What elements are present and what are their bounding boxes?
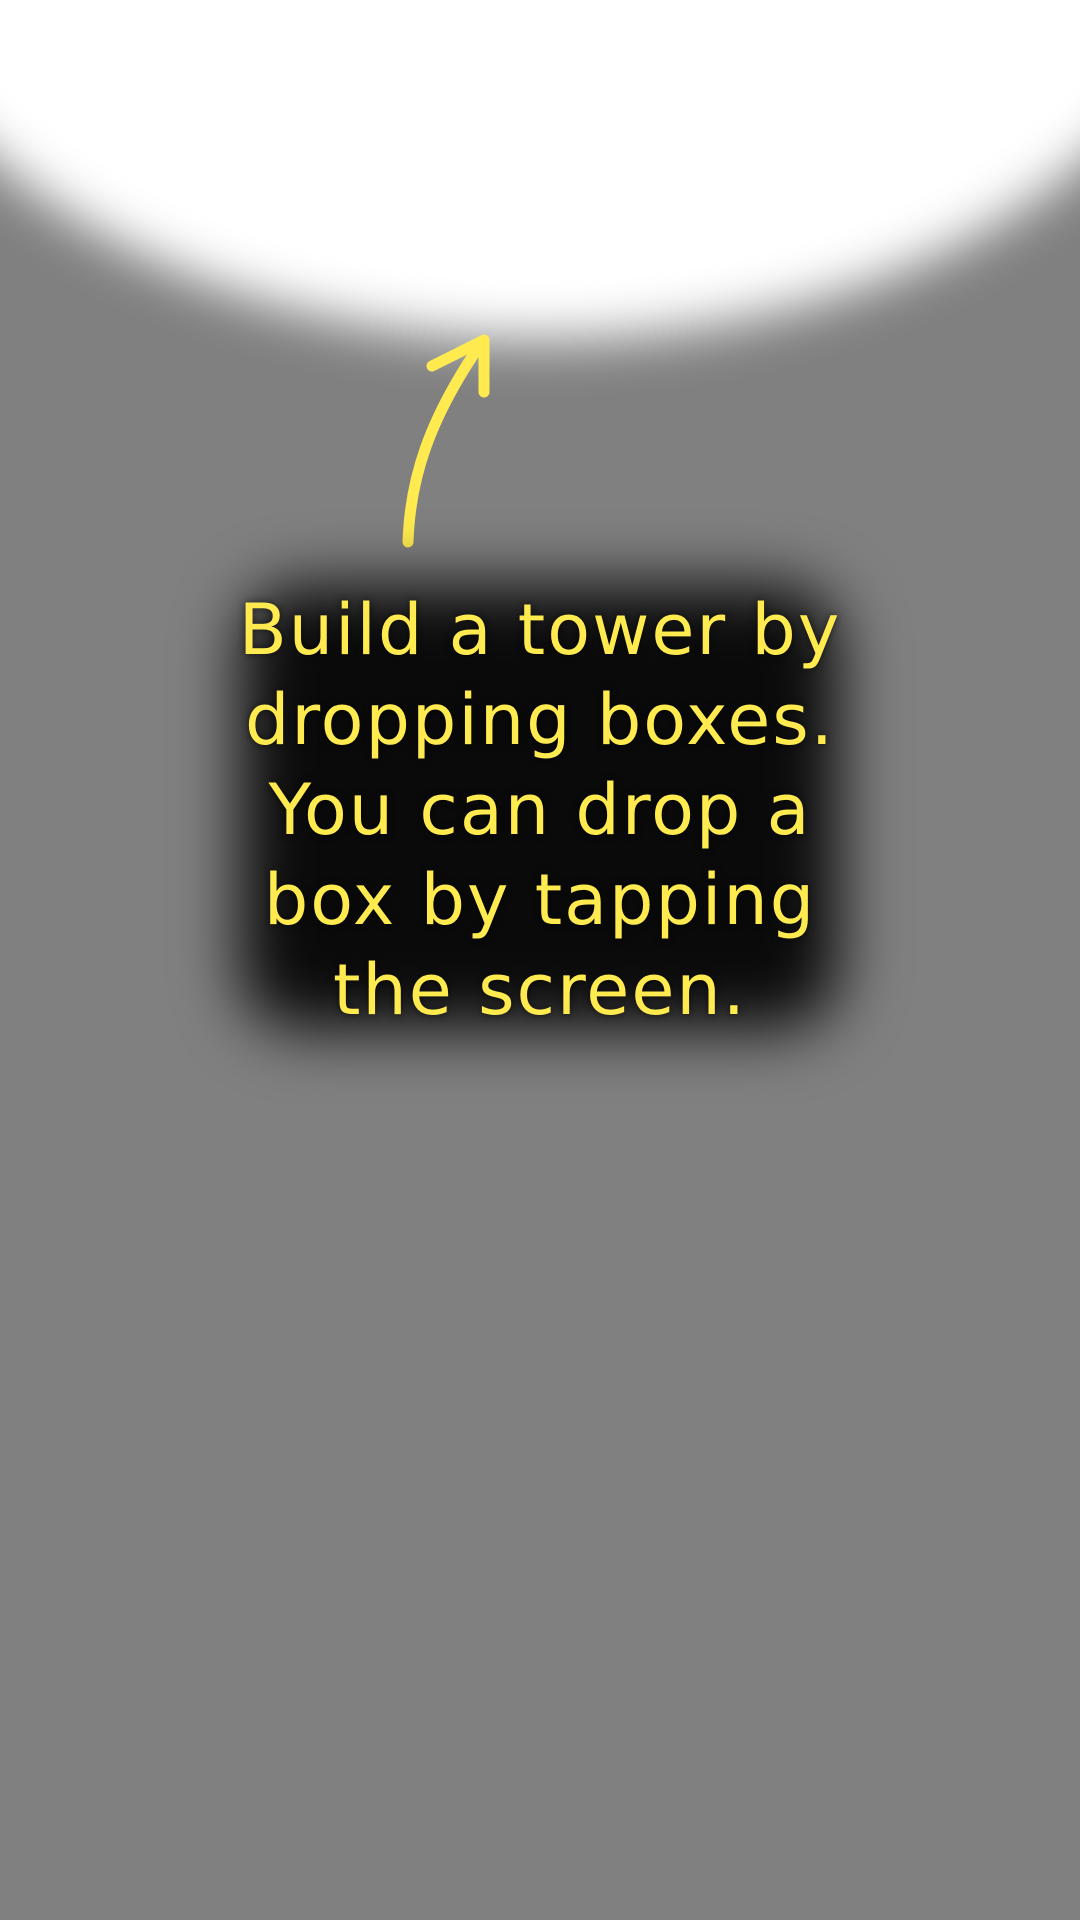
tutorial-line: box by tapping — [263, 859, 817, 941]
curved-arrow-up-icon — [402, 334, 490, 548]
tutorial-line: You can drop a — [268, 769, 812, 851]
game-screen[interactable]: Build a tower by dropping boxes. You can… — [0, 0, 1080, 1920]
tutorial-line: the screen. — [332, 949, 748, 1031]
tutorial-line: dropping boxes. — [244, 679, 836, 761]
tutorial-instruction-text: Build a tower by dropping boxes. You can… — [190, 585, 890, 1035]
tutorial-line: Build a tower by — [238, 589, 842, 671]
spotlight-highlight — [0, 0, 1080, 340]
